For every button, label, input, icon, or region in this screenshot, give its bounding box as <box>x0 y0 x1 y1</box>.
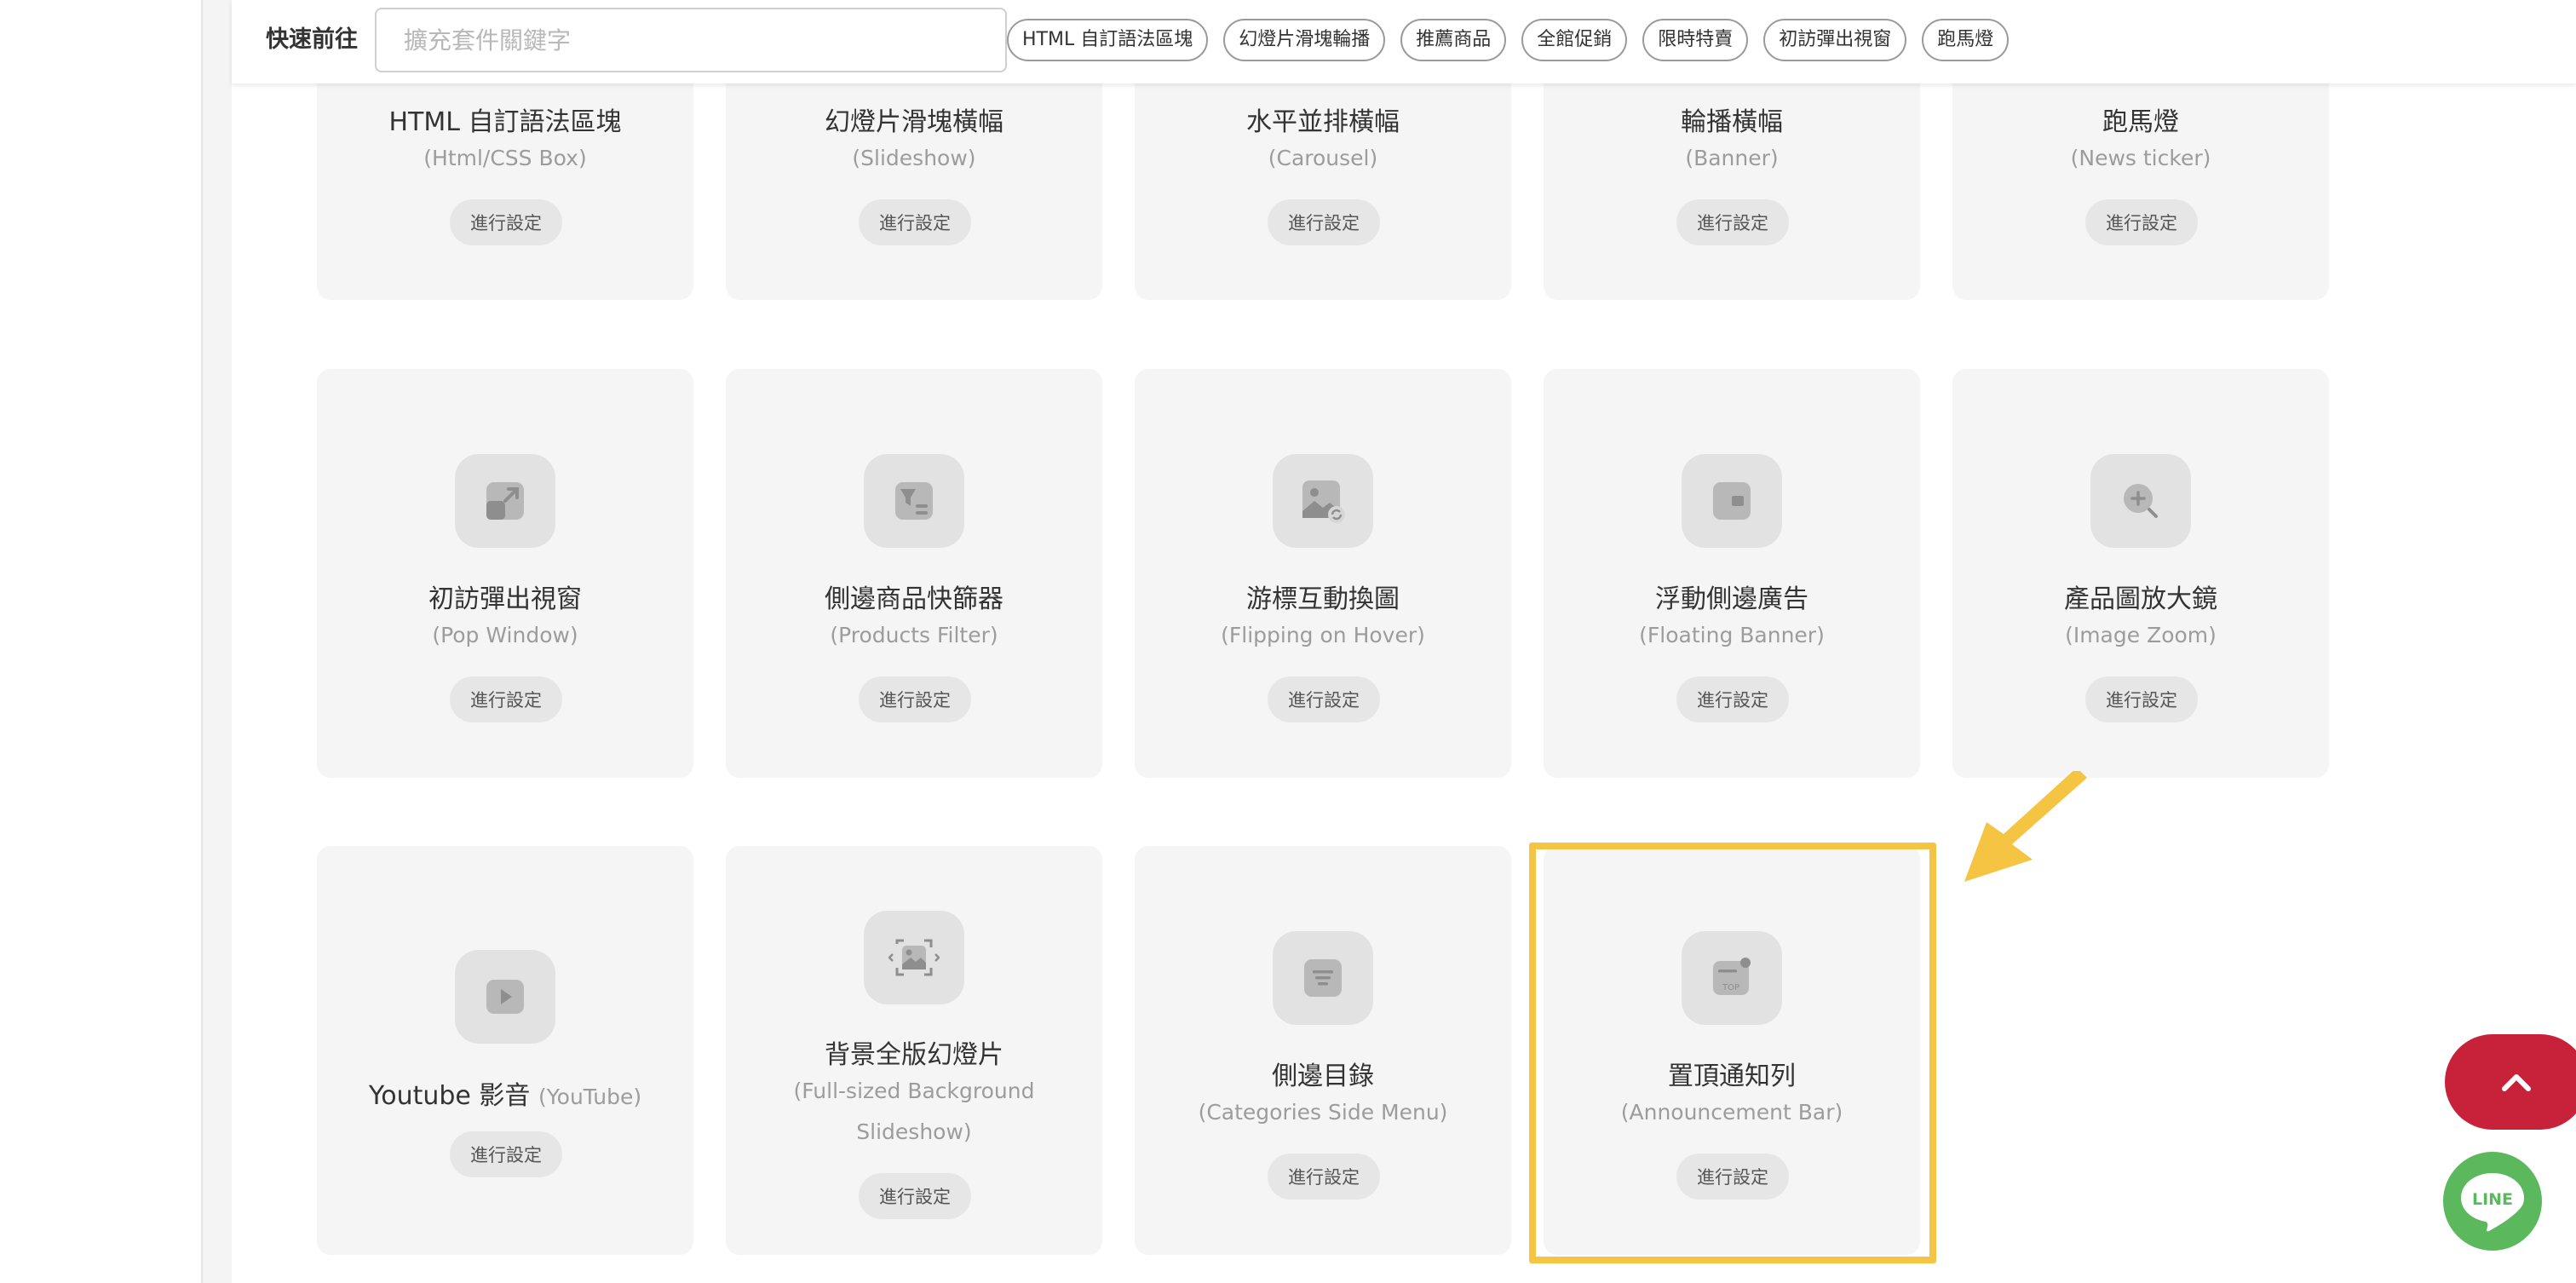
configure-button[interactable]: 進行設定 <box>859 1173 971 1219</box>
configure-button[interactable]: 進行設定 <box>859 199 971 245</box>
configure-button[interactable]: 進行設定 <box>450 676 562 722</box>
chip-promotion[interactable]: 全館促銷 <box>1521 19 1628 61</box>
line-chat-button[interactable]: LINE <box>2443 1152 2542 1251</box>
highlight-box <box>1529 843 1936 1263</box>
card-subtitle: (Categories Side Menu) <box>1198 1100 1448 1125</box>
menu-list-icon <box>1273 931 1373 1025</box>
card-pop-window: 初訪彈出視窗 (Pop Window) 進行設定 <box>317 369 693 778</box>
line-label: LINE <box>2472 1190 2513 1209</box>
configure-button[interactable]: 進行設定 <box>1268 676 1380 722</box>
card-title: 游標互動換圖 <box>1246 584 1400 614</box>
card-title: 輪播橫幅 <box>1681 107 1783 137</box>
card-subtitle: (News ticker) <box>2070 146 2211 170</box>
card-subtitle: (Full-sized Background Slideshow) <box>793 1079 1035 1144</box>
quick-nav-bar: 快速前往 HTML 自訂語法區塊 幻燈片滑塊輪播 推薦商品 全館促銷 限時特賣 … <box>232 0 2576 83</box>
card-title: 跑馬燈 <box>2102 107 2179 137</box>
card-title: HTML 自訂語法區塊 <box>388 107 622 137</box>
card-title: Youtube 影音 <box>368 1081 531 1111</box>
popup-window-icon <box>455 454 555 548</box>
sidebar-divider <box>201 0 232 1283</box>
card-subtitle: (Image Zoom) <box>2065 623 2217 647</box>
card-subtitle: (Slideshow) <box>852 146 976 170</box>
chip-news-ticker[interactable]: 跑馬燈 <box>1922 19 2010 61</box>
configure-button[interactable]: 進行設定 <box>2085 676 2198 722</box>
configure-button[interactable]: 進行設定 <box>859 676 971 722</box>
card-title: 幻燈片滑塊橫幅 <box>825 107 1003 137</box>
configure-button[interactable]: 進行設定 <box>1676 199 1789 245</box>
card-fullsize-slideshow: 背景全版幻燈片 (Full-sized Background Slideshow… <box>726 846 1102 1255</box>
configure-button[interactable]: 進行設定 <box>1676 676 1789 722</box>
card-flipping-hover: 游標互動換圖 (Flipping on Hover) 進行設定 <box>1135 369 1511 778</box>
play-icon <box>455 950 555 1044</box>
card-subtitle: (Flipping on Hover) <box>1221 623 1425 647</box>
zoom-icon <box>2090 454 2191 548</box>
fullscreen-slideshow-icon <box>864 911 964 1004</box>
card-floating-banner: 浮動側邊廣告 (Floating Banner) 進行設定 <box>1544 369 1920 778</box>
configure-button[interactable]: 進行設定 <box>450 199 562 245</box>
configure-button[interactable]: 進行設定 <box>2085 199 2198 245</box>
configure-button[interactable]: 進行設定 <box>1268 199 1380 245</box>
card-subtitle: (Banner) <box>1685 146 1779 170</box>
filter-icon <box>864 454 964 548</box>
card-image-zoom: 產品圖放大鏡 (Image Zoom) 進行設定 <box>1952 369 2329 778</box>
card-subtitle: (Products Filter) <box>830 623 998 647</box>
chevron-up-icon <box>2502 1074 2531 1091</box>
chip-flash-sale[interactable]: 限時特賣 <box>1642 19 1749 61</box>
card-categories-menu: 側邊目錄 (Categories Side Menu) 進行設定 <box>1135 846 1511 1255</box>
left-sidebar <box>0 0 201 1283</box>
card-title: 初訪彈出視窗 <box>428 584 582 614</box>
chip-pop-window[interactable]: 初訪彈出視窗 <box>1763 19 1907 61</box>
image-swap-icon <box>1273 454 1373 548</box>
quick-nav-chips: HTML 自訂語法區塊 幻燈片滑塊輪播 推薦商品 全館促銷 限時特賣 初訪彈出視… <box>1007 19 2010 61</box>
card-title: 側邊目錄 <box>1272 1061 1374 1091</box>
line-icon: LINE <box>2461 1173 2524 1232</box>
floating-banner-icon <box>1682 454 1782 548</box>
card-title: 側邊商品快篩器 <box>825 584 1003 614</box>
card-subtitle: (YouTube) <box>538 1085 642 1109</box>
configure-button[interactable]: 進行設定 <box>450 1131 562 1177</box>
chip-recommended[interactable]: 推薦商品 <box>1400 19 1507 61</box>
configure-button[interactable]: 進行設定 <box>1268 1154 1380 1200</box>
back-to-top-button[interactable] <box>2445 1034 2576 1130</box>
card-title-line: Youtube 影音 (YouTube) <box>317 1074 693 1112</box>
chip-html-box[interactable]: HTML 自訂語法區塊 <box>1007 19 1209 61</box>
card-title: 產品圖放大鏡 <box>2064 584 2217 614</box>
card-title: 水平並排橫幅 <box>1246 107 1400 137</box>
card-subtitle: (Pop Window) <box>432 623 578 647</box>
card-title: 背景全版幻燈片 <box>825 1040 1003 1070</box>
card-subtitle: (Carousel) <box>1268 146 1378 170</box>
card-subtitle: (Html/CSS Box) <box>423 146 587 170</box>
pointer-arrow-icon <box>1964 771 2087 882</box>
quick-nav-label: 快速前往 <box>266 26 358 53</box>
extension-search-input[interactable] <box>375 8 1007 72</box>
card-youtube: Youtube 影音 (YouTube) 進行設定 <box>317 846 693 1255</box>
card-title: 浮動側邊廣告 <box>1655 584 1808 614</box>
card-subtitle: (Floating Banner) <box>1639 623 1825 647</box>
card-products-filter: 側邊商品快篩器 (Products Filter) 進行設定 <box>726 369 1102 778</box>
chip-slideshow[interactable]: 幻燈片滑塊輪播 <box>1223 19 1386 61</box>
